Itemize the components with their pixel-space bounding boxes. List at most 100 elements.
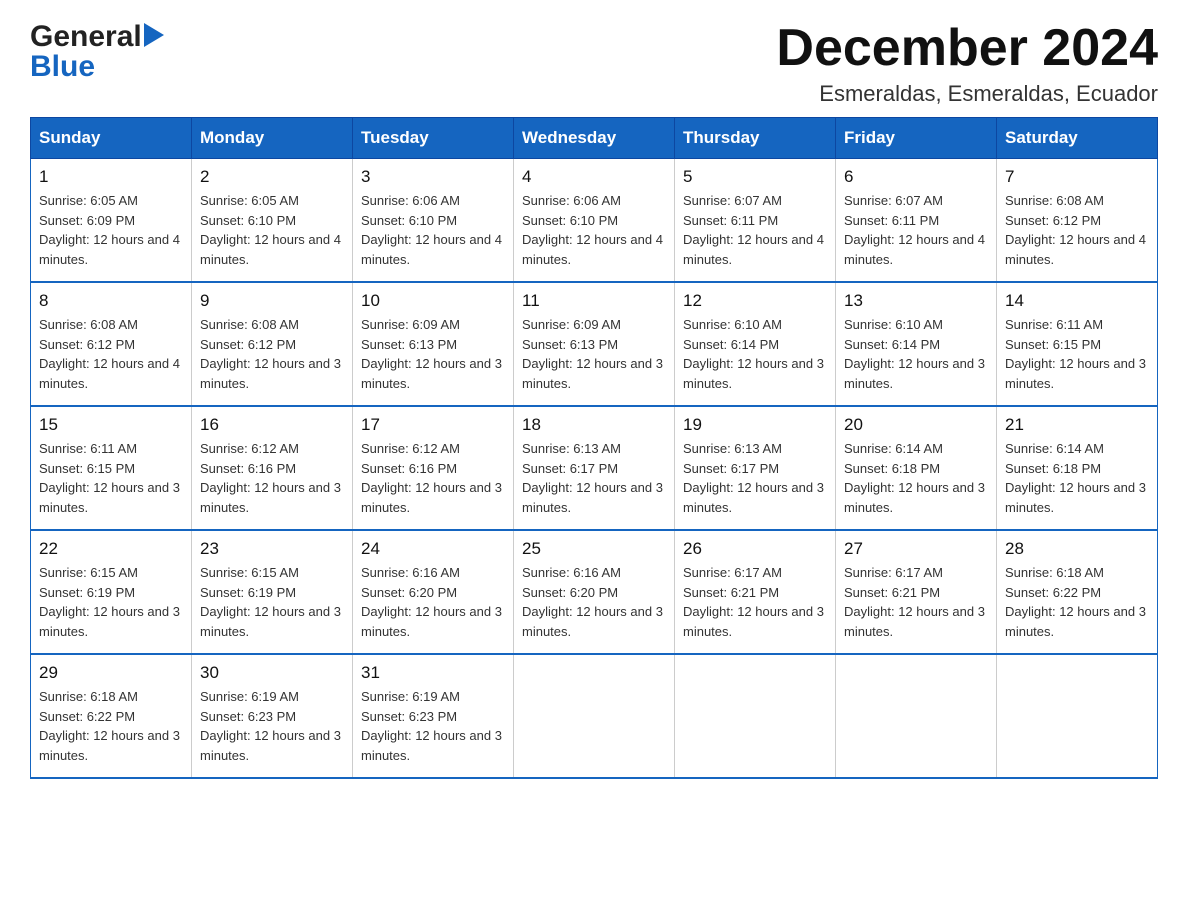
calendar-cell: 24 Sunrise: 6:16 AMSunset: 6:20 PMDaylig… <box>353 530 514 654</box>
day-number: 9 <box>200 291 344 311</box>
day-info: Sunrise: 6:13 AMSunset: 6:17 PMDaylight:… <box>522 441 663 515</box>
day-number: 11 <box>522 291 666 311</box>
calendar-cell: 14 Sunrise: 6:11 AMSunset: 6:15 PMDaylig… <box>997 282 1158 406</box>
calendar-cell: 25 Sunrise: 6:16 AMSunset: 6:20 PMDaylig… <box>514 530 675 654</box>
day-number: 4 <box>522 167 666 187</box>
logo-arrow-icon <box>144 23 164 47</box>
calendar-cell: 8 Sunrise: 6:08 AMSunset: 6:12 PMDayligh… <box>31 282 192 406</box>
calendar-cell: 2 Sunrise: 6:05 AMSunset: 6:10 PMDayligh… <box>192 159 353 283</box>
calendar-cell <box>514 654 675 778</box>
day-number: 26 <box>683 539 827 559</box>
calendar-cell: 11 Sunrise: 6:09 AMSunset: 6:13 PMDaylig… <box>514 282 675 406</box>
week-row-5: 29 Sunrise: 6:18 AMSunset: 6:22 PMDaylig… <box>31 654 1158 778</box>
calendar-cell: 27 Sunrise: 6:17 AMSunset: 6:21 PMDaylig… <box>836 530 997 654</box>
calendar-cell: 15 Sunrise: 6:11 AMSunset: 6:15 PMDaylig… <box>31 406 192 530</box>
day-info: Sunrise: 6:15 AMSunset: 6:19 PMDaylight:… <box>39 565 180 639</box>
day-info: Sunrise: 6:08 AMSunset: 6:12 PMDaylight:… <box>1005 193 1146 267</box>
day-info: Sunrise: 6:19 AMSunset: 6:23 PMDaylight:… <box>200 689 341 763</box>
day-info: Sunrise: 6:06 AMSunset: 6:10 PMDaylight:… <box>361 193 502 267</box>
calendar-cell: 29 Sunrise: 6:18 AMSunset: 6:22 PMDaylig… <box>31 654 192 778</box>
col-header-saturday: Saturday <box>997 118 1158 159</box>
calendar-cell: 1 Sunrise: 6:05 AMSunset: 6:09 PMDayligh… <box>31 159 192 283</box>
day-info: Sunrise: 6:11 AMSunset: 6:15 PMDaylight:… <box>1005 317 1146 391</box>
day-number: 23 <box>200 539 344 559</box>
day-number: 22 <box>39 539 183 559</box>
day-info: Sunrise: 6:18 AMSunset: 6:22 PMDaylight:… <box>39 689 180 763</box>
logo-blue-text: Blue <box>30 50 95 84</box>
day-number: 30 <box>200 663 344 683</box>
day-number: 19 <box>683 415 827 435</box>
calendar-cell <box>836 654 997 778</box>
day-info: Sunrise: 6:11 AMSunset: 6:15 PMDaylight:… <box>39 441 180 515</box>
calendar-cell: 18 Sunrise: 6:13 AMSunset: 6:17 PMDaylig… <box>514 406 675 530</box>
calendar-cell: 20 Sunrise: 6:14 AMSunset: 6:18 PMDaylig… <box>836 406 997 530</box>
calendar-cell: 19 Sunrise: 6:13 AMSunset: 6:17 PMDaylig… <box>675 406 836 530</box>
calendar-cell: 22 Sunrise: 6:15 AMSunset: 6:19 PMDaylig… <box>31 530 192 654</box>
day-info: Sunrise: 6:17 AMSunset: 6:21 PMDaylight:… <box>844 565 985 639</box>
day-number: 14 <box>1005 291 1149 311</box>
day-info: Sunrise: 6:17 AMSunset: 6:21 PMDaylight:… <box>683 565 824 639</box>
day-number: 24 <box>361 539 505 559</box>
logo-general-text: General <box>30 20 142 54</box>
day-info: Sunrise: 6:07 AMSunset: 6:11 PMDaylight:… <box>683 193 824 267</box>
day-info: Sunrise: 6:16 AMSunset: 6:20 PMDaylight:… <box>522 565 663 639</box>
day-number: 13 <box>844 291 988 311</box>
day-number: 1 <box>39 167 183 187</box>
day-number: 10 <box>361 291 505 311</box>
day-number: 25 <box>522 539 666 559</box>
calendar-cell: 16 Sunrise: 6:12 AMSunset: 6:16 PMDaylig… <box>192 406 353 530</box>
col-header-tuesday: Tuesday <box>353 118 514 159</box>
calendar-cell <box>997 654 1158 778</box>
day-number: 16 <box>200 415 344 435</box>
day-info: Sunrise: 6:09 AMSunset: 6:13 PMDaylight:… <box>522 317 663 391</box>
week-row-2: 8 Sunrise: 6:08 AMSunset: 6:12 PMDayligh… <box>31 282 1158 406</box>
day-number: 6 <box>844 167 988 187</box>
day-info: Sunrise: 6:07 AMSunset: 6:11 PMDaylight:… <box>844 193 985 267</box>
calendar-cell: 17 Sunrise: 6:12 AMSunset: 6:16 PMDaylig… <box>353 406 514 530</box>
col-header-thursday: Thursday <box>675 118 836 159</box>
day-info: Sunrise: 6:16 AMSunset: 6:20 PMDaylight:… <box>361 565 502 639</box>
calendar-cell: 13 Sunrise: 6:10 AMSunset: 6:14 PMDaylig… <box>836 282 997 406</box>
location-subtitle: Esmeraldas, Esmeraldas, Ecuador <box>776 81 1158 107</box>
day-number: 28 <box>1005 539 1149 559</box>
day-info: Sunrise: 6:08 AMSunset: 6:12 PMDaylight:… <box>200 317 341 391</box>
day-number: 20 <box>844 415 988 435</box>
calendar-cell: 6 Sunrise: 6:07 AMSunset: 6:11 PMDayligh… <box>836 159 997 283</box>
day-number: 12 <box>683 291 827 311</box>
calendar-cell: 23 Sunrise: 6:15 AMSunset: 6:19 PMDaylig… <box>192 530 353 654</box>
calendar-cell: 26 Sunrise: 6:17 AMSunset: 6:21 PMDaylig… <box>675 530 836 654</box>
calendar-cell: 21 Sunrise: 6:14 AMSunset: 6:18 PMDaylig… <box>997 406 1158 530</box>
page-header: General Blue December 2024 Esmeraldas, E… <box>30 20 1158 107</box>
day-number: 2 <box>200 167 344 187</box>
day-info: Sunrise: 6:13 AMSunset: 6:17 PMDaylight:… <box>683 441 824 515</box>
day-info: Sunrise: 6:14 AMSunset: 6:18 PMDaylight:… <box>1005 441 1146 515</box>
col-header-sunday: Sunday <box>31 118 192 159</box>
calendar-cell: 3 Sunrise: 6:06 AMSunset: 6:10 PMDayligh… <box>353 159 514 283</box>
day-info: Sunrise: 6:05 AMSunset: 6:10 PMDaylight:… <box>200 193 341 267</box>
calendar-cell <box>675 654 836 778</box>
calendar-cell: 28 Sunrise: 6:18 AMSunset: 6:22 PMDaylig… <box>997 530 1158 654</box>
day-number: 29 <box>39 663 183 683</box>
day-number: 17 <box>361 415 505 435</box>
logo: General Blue <box>30 20 164 84</box>
day-info: Sunrise: 6:10 AMSunset: 6:14 PMDaylight:… <box>844 317 985 391</box>
day-number: 21 <box>1005 415 1149 435</box>
day-info: Sunrise: 6:09 AMSunset: 6:13 PMDaylight:… <box>361 317 502 391</box>
calendar-table: SundayMondayTuesdayWednesdayThursdayFrid… <box>30 117 1158 779</box>
week-row-3: 15 Sunrise: 6:11 AMSunset: 6:15 PMDaylig… <box>31 406 1158 530</box>
col-header-wednesday: Wednesday <box>514 118 675 159</box>
calendar-cell: 10 Sunrise: 6:09 AMSunset: 6:13 PMDaylig… <box>353 282 514 406</box>
title-section: December 2024 Esmeraldas, Esmeraldas, Ec… <box>776 20 1158 107</box>
col-header-friday: Friday <box>836 118 997 159</box>
day-number: 27 <box>844 539 988 559</box>
day-info: Sunrise: 6:15 AMSunset: 6:19 PMDaylight:… <box>200 565 341 639</box>
week-row-4: 22 Sunrise: 6:15 AMSunset: 6:19 PMDaylig… <box>31 530 1158 654</box>
calendar-header-row: SundayMondayTuesdayWednesdayThursdayFrid… <box>31 118 1158 159</box>
day-number: 8 <box>39 291 183 311</box>
week-row-1: 1 Sunrise: 6:05 AMSunset: 6:09 PMDayligh… <box>31 159 1158 283</box>
month-title: December 2024 <box>776 20 1158 77</box>
calendar-cell: 5 Sunrise: 6:07 AMSunset: 6:11 PMDayligh… <box>675 159 836 283</box>
day-info: Sunrise: 6:18 AMSunset: 6:22 PMDaylight:… <box>1005 565 1146 639</box>
calendar-cell: 31 Sunrise: 6:19 AMSunset: 6:23 PMDaylig… <box>353 654 514 778</box>
calendar-cell: 7 Sunrise: 6:08 AMSunset: 6:12 PMDayligh… <box>997 159 1158 283</box>
